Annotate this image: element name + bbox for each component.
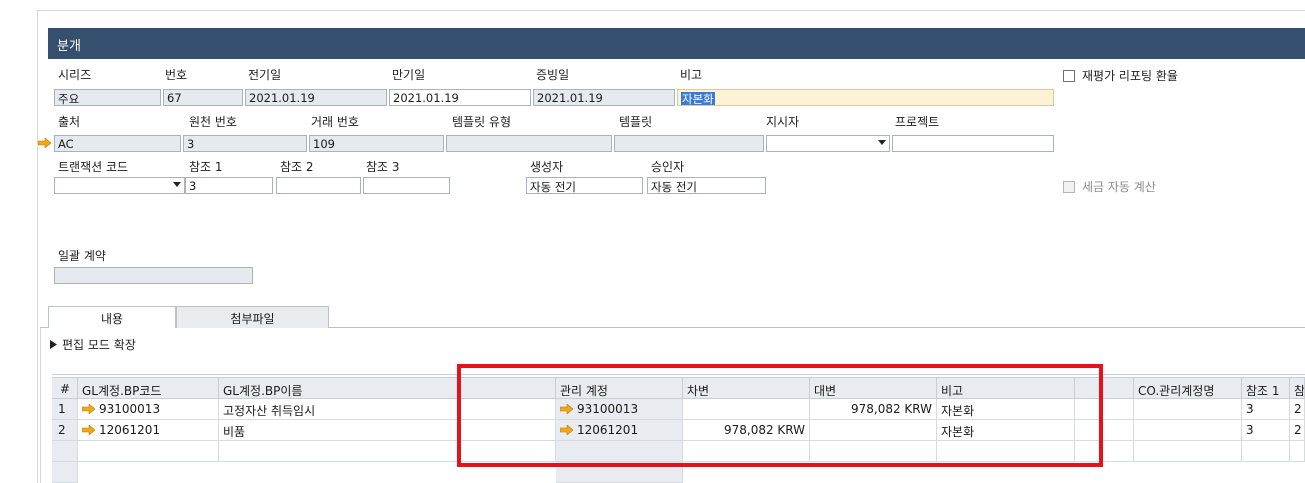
blanket-label: 일괄 계약: [58, 249, 106, 263]
ref2-cell[interactable]: 2: [1290, 399, 1305, 420]
number-field[interactable]: 67: [163, 89, 243, 106]
blanket-field[interactable]: [54, 267, 253, 284]
trans-no-field[interactable]: 109: [309, 135, 444, 152]
gl-code-cell[interactable]: 93100013: [78, 399, 219, 420]
ref2-field[interactable]: [276, 177, 361, 194]
indicator-combo[interactable]: [766, 135, 890, 152]
col-header-co-account-name[interactable]: CO.관리계정명: [1134, 377, 1242, 399]
approver-field[interactable]: 자동 전기: [647, 177, 766, 194]
link-arrow-icon[interactable]: [82, 404, 95, 414]
doc-date-label: 증빙일: [536, 68, 570, 82]
ref1-field[interactable]: 3: [185, 177, 273, 194]
auto-tax-checkbox[interactable]: [1063, 181, 1075, 193]
template-field[interactable]: [614, 135, 764, 152]
expand-triangle-icon[interactable]: [50, 340, 57, 349]
origin-field[interactable]: AC: [54, 135, 181, 152]
auto-tax-label: 세금 자동 계산: [1082, 180, 1156, 194]
remarks-selected-text: 자본화: [681, 92, 715, 106]
gl-code-cell[interactable]: 12061201: [78, 420, 219, 441]
empty-cell[interactable]: [78, 441, 219, 462]
highlight-annotation-box: [457, 364, 1103, 467]
project-field[interactable]: [892, 135, 1054, 152]
template-type-field[interactable]: [446, 135, 612, 152]
window-title-bar: 분개: [48, 28, 1305, 59]
trans-code-label: 트랜잭션 코드: [58, 160, 129, 174]
posting-date-field[interactable]: 2021.01.19: [245, 89, 387, 106]
gl-name-cell[interactable]: 비품: [219, 420, 460, 441]
indicator-label: 지시자: [766, 115, 800, 129]
col-header-num[interactable]: #: [52, 377, 78, 399]
co-account-name-cell[interactable]: [1134, 420, 1242, 441]
window-title: 분개: [57, 39, 81, 54]
row-number: 2: [52, 420, 78, 441]
gl-code-value: 93100013: [99, 402, 161, 416]
ref3-field[interactable]: [363, 177, 450, 194]
template-type-label: 템플릿 유형: [452, 115, 512, 129]
ref2-label: 참조 2: [280, 160, 314, 174]
gl-code-value: 12061201: [99, 423, 161, 437]
ref1-cell[interactable]: 3: [1242, 420, 1290, 441]
posting-date-label: 전기일: [248, 68, 282, 82]
ref1-label: 참조 1: [189, 160, 223, 174]
link-arrow-icon[interactable]: [38, 138, 51, 148]
approver-label: 승인자: [651, 160, 685, 174]
ref3-label: 참조 3: [366, 160, 400, 174]
chevron-down-icon[interactable]: [878, 140, 886, 145]
doc-date-field[interactable]: 2021.01.19: [533, 89, 675, 106]
number-label: 번호: [165, 68, 188, 82]
revaluation-label: 재평가 리포팅 환율: [1082, 69, 1178, 83]
chevron-down-icon[interactable]: [173, 182, 181, 187]
empty-cell[interactable]: [1242, 441, 1290, 462]
tab-attachments[interactable]: 첨부파일: [176, 306, 329, 328]
empty-cell[interactable]: [219, 441, 460, 462]
trans-no-label: 거래 번호: [311, 115, 359, 129]
origin-no-field[interactable]: 3: [183, 135, 307, 152]
row-number: 1: [52, 399, 78, 420]
tab-contents[interactable]: 내용: [48, 306, 176, 328]
col-header-ref1[interactable]: 참조 1: [1242, 377, 1290, 399]
trans-code-combo[interactable]: [54, 177, 185, 194]
ref1-cell[interactable]: 3: [1242, 399, 1290, 420]
col-header-ref2[interactable]: 참조: [1290, 377, 1305, 399]
empty-cell[interactable]: [1290, 441, 1305, 462]
revaluation-checkbox[interactable]: [1063, 70, 1075, 82]
expand-edit-mode-link[interactable]: 편집 모드 확장: [62, 336, 136, 353]
project-label: 프로젝트: [895, 115, 940, 129]
row-number-empty: [52, 441, 78, 462]
remarks-field[interactable]: 자본화: [677, 89, 1054, 106]
series-label: 시리즈: [58, 68, 92, 82]
co-account-name-cell[interactable]: [1134, 399, 1242, 420]
row-number-empty: [52, 462, 78, 483]
tab-contents-label: 내용: [100, 312, 124, 326]
ref2-cell[interactable]: 2: [1290, 420, 1305, 441]
col-header-gl-code[interactable]: GL계정.BP코드: [78, 377, 219, 399]
origin-no-label: 원천 번호: [189, 115, 237, 129]
template-label: 템플릿: [619, 115, 653, 129]
link-arrow-icon[interactable]: [82, 425, 95, 435]
creator-label: 생성자: [530, 160, 564, 174]
origin-label: 출처: [58, 115, 81, 129]
creator-field[interactable]: 자동 전기: [526, 177, 643, 194]
col-header-gl-name[interactable]: GL계정.BP이름: [219, 377, 460, 399]
series-field[interactable]: 주요: [54, 89, 161, 106]
remarks-label: 비고: [680, 68, 703, 82]
tab-attachments-label: 첨부파일: [230, 312, 275, 326]
due-date-label: 만기일: [392, 68, 426, 82]
empty-cell[interactable]: [1134, 441, 1242, 462]
due-date-field[interactable]: 2021.01.19: [389, 89, 531, 106]
gl-name-cell[interactable]: 고정자산 취득임시: [219, 399, 460, 420]
